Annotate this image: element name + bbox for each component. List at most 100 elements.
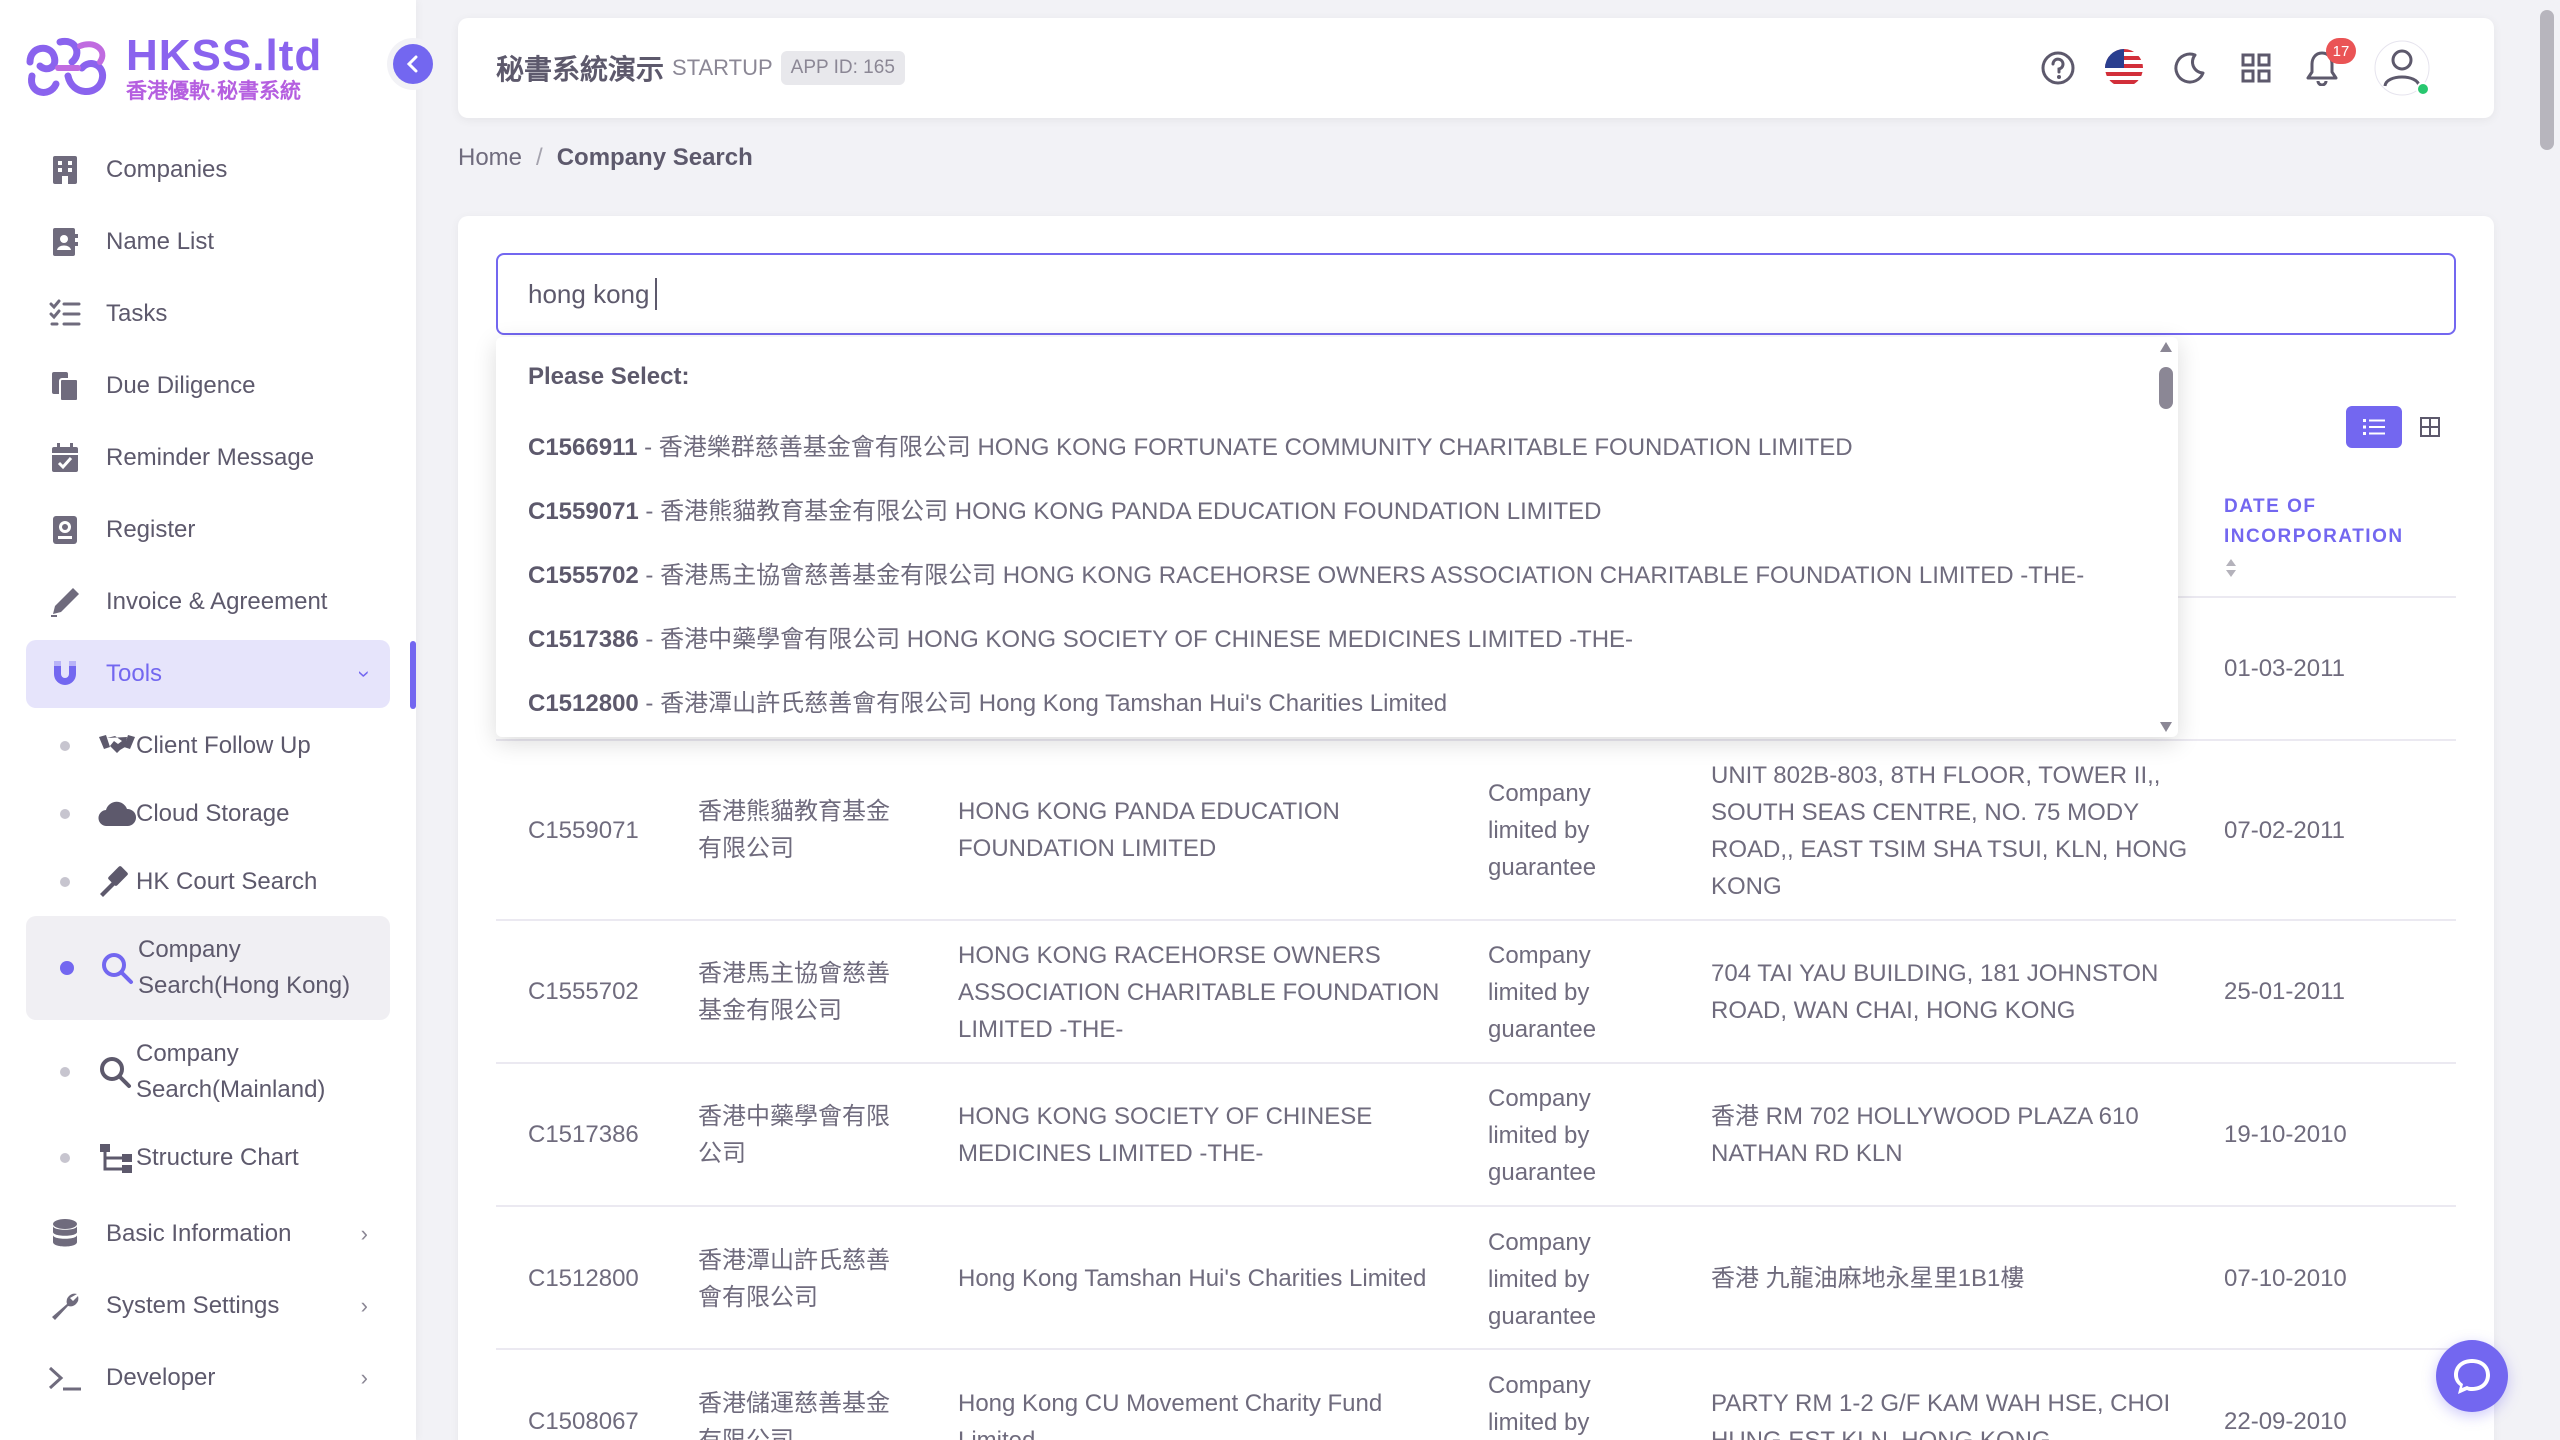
sidebar-item-label: Reminder Message	[106, 444, 315, 471]
sidebar-item-system-settings[interactable]: System Settings ›	[26, 1272, 390, 1340]
scroll-up-arrow-icon[interactable]	[2159, 341, 2173, 353]
table-cell-address: 香港 RM 702 HOLLYWOOD PLAZA 610 NATHAN RD K…	[1711, 1098, 2139, 1172]
column-header-date-of-incorporation[interactable]: DATE OF INCORPORATION	[2224, 492, 2404, 578]
dropdown-scrollbar-thumb[interactable]	[2159, 367, 2173, 409]
table-cell-english-name: Hong Kong CU Movement Charity Fund Limite…	[958, 1385, 1382, 1440]
sidebar-item-developer[interactable]: Developer ›	[26, 1344, 390, 1412]
cell-line: FOUNDATION LIMITED	[958, 835, 1217, 862]
cell-line: guarantee	[1488, 1159, 1597, 1186]
apps-grid-icon[interactable]	[2236, 48, 2276, 88]
table-cell-chinese-name: 香港儲運慈善基金有限公司	[698, 1385, 890, 1440]
table-cell-date: 07-02-2011	[2224, 817, 2345, 844]
sidebar-collapse-button[interactable]	[393, 44, 433, 84]
cell-line: 香港熊貓教育基金	[698, 798, 890, 825]
pen-icon	[48, 585, 82, 619]
top-navbar: 秘書系統演示 STARTUP APP ID: 165 17	[458, 18, 2494, 118]
dropdown-scrollbar[interactable]	[2154, 337, 2178, 737]
option-company-name: - 香港中藥學會有限公司 HONG KONG SOCIETY OF CHINES…	[638, 626, 1634, 653]
cell-line: SOUTH SEAS CENTRE, NO. 75 MODY	[1711, 799, 2140, 826]
logo-icon	[26, 37, 107, 96]
user-avatar[interactable]	[2372, 38, 2432, 98]
register-icon	[48, 513, 82, 547]
grid-view-button[interactable]	[2402, 406, 2458, 448]
sidebar-item-reminder-message[interactable]: Reminder Message	[26, 424, 390, 492]
notifications-bell-icon[interactable]: 17	[2302, 38, 2356, 88]
documents-icon	[48, 369, 82, 403]
sidebar-subitem-hk-court-search[interactable]: HK Court Search	[26, 848, 390, 916]
sidebar-subitem-company-search-hk[interactable]: Company Search(Hong Kong)	[26, 916, 390, 1020]
sidebar-subitem-company-search-mainland[interactable]: Company Search(Mainland)	[26, 1020, 390, 1124]
table-cell-date: 25-01-2011	[2224, 978, 2345, 1005]
cell-line: guarantee	[1488, 1016, 1597, 1043]
table-cell-company-number: C1512800	[528, 1265, 639, 1292]
dropdown-option[interactable]: C1566911 - 香港樂群慈善基金會有限公司 HONG KONG FORTU…	[528, 427, 1853, 462]
sidebar-subitem-label: Structure Chart	[136, 1144, 299, 1171]
sidebar-item-label: System Settings	[106, 1292, 280, 1319]
cell-line: ROAD, WAN CHAI, HONG KONG	[1711, 997, 2076, 1024]
dropdown-option[interactable]: C1517386 - 香港中藥學會有限公司 HONG KONG SOCIETY …	[528, 619, 1633, 654]
search-icon	[98, 1055, 136, 1089]
sidebar-subitem-client-follow-up[interactable]: Client Follow Up	[26, 712, 390, 780]
cell-line: 公司	[698, 1140, 746, 1167]
table-cell-english-name: HONG KONG RACEHORSE OWNERS ASSOCIATION CH…	[958, 937, 1439, 1048]
cell-line: HONG KONG SOCIETY OF CHINESE	[958, 1103, 1373, 1130]
terminal-icon	[48, 1361, 82, 1395]
cell-line: limited by	[1488, 817, 1590, 844]
sidebar-subitem-cloud-storage[interactable]: Cloud Storage	[26, 780, 390, 848]
sidebar-item-companies[interactable]: Companies	[26, 136, 390, 204]
option-company-number: C1559071	[528, 498, 639, 525]
column-header-line1: DATE OF	[2224, 496, 2317, 517]
sidebar-item-label: Developer	[106, 1364, 216, 1391]
chat-button[interactable]	[2436, 1340, 2508, 1412]
sidebar-item-name-list[interactable]: Name List	[26, 208, 390, 276]
help-icon[interactable]	[2038, 48, 2078, 88]
dropdown-option[interactable]: C1512800 - 香港潭山許氏慈善會有限公司 Hong Kong Tamsh…	[528, 683, 1447, 718]
checklist-icon	[48, 297, 82, 331]
language-flag-icon[interactable]	[2104, 48, 2144, 88]
cell-line: 香港中藥學會有限	[698, 1103, 890, 1130]
table-cell-english-name: HONG KONG PANDA EDUCATION FOUNDATION LIMI…	[958, 793, 1340, 867]
cell-line: Company	[1488, 942, 1591, 969]
table-cell-company-type: Company limited by guarantee	[1488, 1224, 1596, 1335]
sidebar-item-tasks[interactable]: Tasks	[26, 280, 390, 348]
breadcrumb-separator: /	[536, 144, 543, 171]
breadcrumb-current: Company Search	[556, 144, 753, 171]
logo-subtitle: 香港優軟·秘書系統	[126, 80, 301, 103]
sidebar-item-register[interactable]: Register	[26, 496, 390, 564]
dropdown-option[interactable]: C1559071 - 香港熊貓教育基金有限公司 HONG KONG PANDA …	[528, 491, 1601, 526]
page-scrollbar[interactable]	[2536, 0, 2560, 1440]
cell-line: MEDICINES LIMITED -THE-	[958, 1140, 1264, 1167]
breadcrumb-home-link[interactable]: Home	[458, 144, 522, 171]
cell-line: limited by	[1488, 979, 1590, 1006]
option-company-name: - 香港潭山許氏慈善會有限公司 Hong Kong Tamshan Hui's …	[638, 690, 1448, 717]
scroll-down-arrow-icon[interactable]	[2159, 721, 2173, 733]
notification-count-badge: 17	[2326, 38, 2356, 64]
page-scrollbar-thumb[interactable]	[2540, 10, 2554, 150]
sidebar-subitem-structure-chart[interactable]: Structure Chart	[26, 1124, 390, 1192]
cell-line: NATHAN RD KLN	[1711, 1140, 1903, 1167]
sidebar-item-due-diligence[interactable]: Due Diligence	[26, 352, 390, 420]
table-cell-company-number: C1517386	[528, 1121, 639, 1148]
contact-card-icon	[48, 225, 82, 259]
table-row-divider	[496, 1205, 2456, 1207]
dropdown-header: Please Select:	[528, 363, 690, 390]
sidebar-item-tools[interactable]: Tools ›	[26, 640, 390, 708]
cell-line: guarantee	[1488, 1303, 1597, 1330]
sidebar-subitem-label-line1: Company	[138, 936, 241, 963]
dark-mode-moon-icon[interactable]	[2170, 48, 2210, 88]
list-view-button[interactable]	[2346, 406, 2402, 448]
text-caret	[655, 278, 658, 310]
table-cell-address: UNIT 802B-803, 8TH FLOOR, TOWER II,, SOUT…	[1711, 757, 2187, 905]
company-search-input[interactable]: hong kong	[496, 253, 2456, 335]
sidebar-item-basic-information[interactable]: Basic Information ›	[26, 1200, 390, 1268]
table-cell-chinese-name: 香港潭山許氏慈善 會有限公司	[698, 1242, 890, 1316]
app-title: 秘書系統演示	[496, 54, 665, 85]
option-company-name: - 香港馬主協會慈善基金有限公司 HONG KONG RACEHORSE OWN…	[638, 562, 2085, 589]
cell-line: limited by	[1488, 1266, 1590, 1293]
logo[interactable]: HKSS.ltd 香港優軟·秘書系統	[20, 32, 322, 106]
sidebar-nav: Companies Name List Tasks Due Diligence …	[26, 136, 390, 1416]
sidebar-item-invoice-agreement[interactable]: Invoice & Agreement	[26, 568, 390, 636]
dropdown-option[interactable]: C1555702 - 香港馬主協會慈善基金有限公司 HONG KONG RACE…	[528, 555, 2084, 590]
table-row-divider	[496, 1062, 2456, 1064]
cell-line: HONG KONG PANDA EDUCATION	[958, 798, 1340, 825]
